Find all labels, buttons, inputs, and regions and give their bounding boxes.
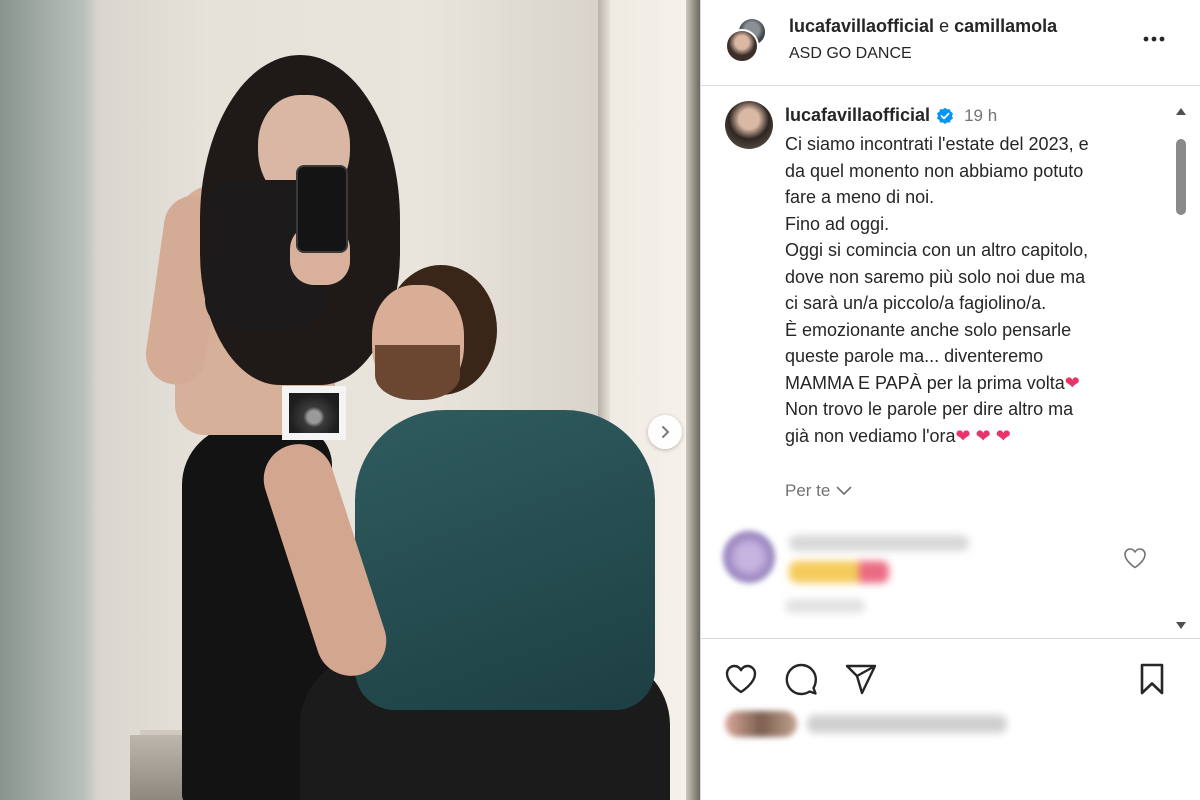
likes-summary-blurred[interactable] [725,711,1025,737]
scroll-thumb[interactable] [1176,139,1186,215]
image-edge [686,0,700,800]
collab-usernames: lucafavillaofficial e camillamola [789,16,1057,37]
comment-item [723,527,1173,627]
post-timestamp[interactable]: 19 h [964,106,997,126]
caption-line: fare a meno di noi. [785,187,935,207]
caption-line: È emozionante anche solo pensarle [785,319,1072,340]
heart-emoji-icon: ❤ [995,425,1011,446]
collab-avatars[interactable] [725,17,773,65]
man-beard [375,345,460,400]
comment-reply-link-blurred[interactable] [785,599,865,613]
post-actions [701,638,1200,800]
username-link-2[interactable]: camillamola [954,16,1057,36]
chevron-down-icon [837,486,852,495]
like-button[interactable] [723,661,759,697]
caption-line-with-emoji: MAMMA E PAPÀ per la prima volta❤ [785,370,1155,397]
caption-username[interactable]: lucafavillaofficial [785,105,930,126]
caption-line: Oggi si comincia con un altro capitolo, [785,240,1089,260]
heart-emoji-icon: ❤ [1064,372,1080,393]
post-header: lucafavillaofficial e camillamola ASD GO… [701,0,1200,86]
comment-username-blurred[interactable] [789,535,969,551]
per-te-label: Per te [785,481,831,500]
next-image-button[interactable] [648,415,682,449]
scroll-up-arrow[interactable] [1176,108,1186,115]
heart-outline-icon [1124,548,1146,569]
caption-line-with-emoji: già non vediamo l'ora❤ ❤ ❤ [785,423,1155,450]
likes-text-blurred[interactable] [807,715,1007,733]
heart-emoji-icon: ❤ [955,425,971,446]
caption-line: ci sarà un/a piccolo/a fagiolino/a. [785,293,1047,313]
caption-text: Ci siamo incontrati l'estate del 2023, e… [785,131,1155,449]
caption-line: queste parole ma... diventeremo [785,346,1044,366]
comment-like-button[interactable] [1123,547,1149,571]
paper-plane-icon [845,664,877,695]
smartphone [296,165,348,253]
caption-line: MAMMA E PAPÀ per la prima volta [785,372,1065,393]
per-te-translation-toggle[interactable]: Per te [785,481,852,501]
caption-line: già non vediamo l'ora [785,425,956,446]
caption-avatar[interactable] [725,101,773,149]
avatar-lucafavillaofficial[interactable] [725,29,759,63]
ellipsis-icon [1143,36,1165,42]
conjunction: e [939,16,950,36]
caption-section: lucafavillaofficial 19 h Ci siamo incont… [701,87,1200,637]
comment-button[interactable] [783,661,819,697]
caption-header: lucafavillaofficial 19 h [785,105,997,126]
caption-line: Non trovo le parole per dire altro ma [785,399,1074,419]
comment-avatar[interactable] [723,531,775,583]
speech-bubble-icon [785,663,817,696]
caption-line: dove non saremo più solo noi due ma [785,266,1086,287]
share-button[interactable] [843,661,879,697]
heart-emoji-icon: ❤ [975,425,991,446]
scroll-down-arrow[interactable] [1176,622,1186,629]
caption-line: da quel monento non abbiamo potuto [785,160,1084,181]
comment-text-blurred [789,561,889,583]
post-image[interactable] [0,0,700,800]
heart-outline-icon [725,664,757,694]
likers-avatars-blurred [725,711,797,737]
verified-badge-icon [937,107,954,124]
post-side-panel: lucafavillaofficial e camillamola ASD GO… [700,0,1200,800]
username-link-1[interactable]: lucafavillaofficial [789,16,934,36]
bookmark-icon [1140,663,1164,695]
man-shirt [355,410,655,710]
save-button[interactable] [1134,661,1170,697]
caption-scrollbar[interactable] [1173,94,1189,634]
caption-line: Fino ad oggi. [785,213,890,234]
location-link[interactable]: ASD GO DANCE [789,45,912,63]
ultrasound-photo [282,386,346,440]
more-options-button[interactable] [1139,26,1169,52]
chevron-right-icon [662,426,669,438]
caption-line: Ci siamo incontrati l'estate del 2023, e [785,134,1089,154]
